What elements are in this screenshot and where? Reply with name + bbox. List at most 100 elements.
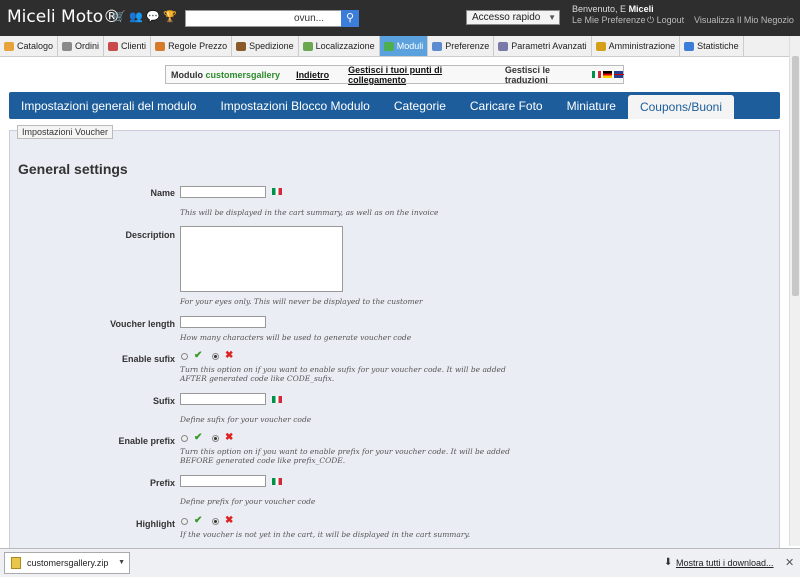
voucher-length-help: How many characters will be used to gene… [180,333,412,342]
language-flag-icon[interactable] [272,396,282,403]
download-item[interactable]: customersgallery.zip ▼ [4,552,130,574]
zip-file-icon [11,557,21,569]
price-tag-icon [155,41,166,51]
sufix-input[interactable] [180,393,266,405]
menu-item-localizzazione[interactable]: Localizzazione [299,36,380,56]
menu-item-amministrazione[interactable]: Amministrazione [592,36,681,56]
enable-prefix-yes-radio[interactable] [181,435,188,442]
enable-sufix-no-radio[interactable] [212,353,219,360]
module-tabs: Impostazioni generali del modulo Imposta… [9,92,780,119]
shop-brand[interactable]: Miceli Moto® [7,7,120,27]
quick-access-label: Accesso rapido [472,12,541,23]
tab-coupons[interactable]: Coupons/Buoni [627,95,735,119]
menu-label: Parametri Avanzati [511,41,587,51]
language-flag-icon[interactable] [272,478,282,485]
menu-item-ordini[interactable]: Ordini [58,36,105,56]
chevron-down-icon[interactable]: ▼ [118,553,125,573]
menu-label: Amministrazione [608,41,676,51]
menu-item-parametri-avanzati[interactable]: Parametri Avanzati [494,36,592,56]
enable-prefix-no-radio[interactable] [212,435,219,442]
top-header: Miceli Moto® 🛒 👥 💬 🏆 ovun... ⚲ Accesso r… [0,0,800,36]
module-subnav: Modulo customersgallery Indietro Gestisc… [165,64,625,85]
voucher-length-label: Voucher length [110,319,175,329]
download-bar: customersgallery.zip ▼ ⬇ Mostra tutti i … [0,548,800,577]
description-textarea[interactable] [180,226,343,292]
highlight-help: If the voucher is not yet in the cart, i… [180,530,471,539]
user-icon [108,41,119,51]
tab-thumbnails[interactable]: Miniature [555,92,628,119]
tab-categories[interactable]: Categorie [382,92,458,119]
menu-label: Statistiche [697,41,739,51]
cross-icon: ✖ [225,432,234,443]
english-flag-icon[interactable] [613,71,625,78]
check-icon: ✔ [194,515,203,526]
enable-sufix-label: Enable sufix [121,354,175,364]
cart-icon [62,41,73,51]
show-all-downloads-link[interactable]: Mostra tutti i download... [676,558,774,568]
search-button[interactable]: ⚲ [341,10,359,27]
welcome-prefix: Benvenuto, E [572,4,627,14]
menu-label: Localizzazione [315,41,375,51]
trophy-icon[interactable]: 🏆 [163,11,177,23]
module-name: customersgallery [205,69,281,80]
german-flag-icon[interactable] [602,71,612,78]
prefix-input[interactable] [180,475,266,487]
cross-icon: ✖ [225,515,234,526]
close-icon[interactable]: ✕ [785,556,794,569]
menu-item-preferenze[interactable]: Preferenze [428,36,495,56]
highlight-label: Highlight [136,519,175,529]
menu-item-regole-prezzo[interactable]: Regole Prezzo [151,36,233,56]
translations-label: Gestisci le traduzioni [504,64,550,85]
menu-label: Preferenze [445,41,490,51]
cart-icon[interactable]: 🛒 [112,11,126,23]
menu-item-clienti[interactable]: Clienti [104,36,152,56]
download-arrow-icon: ⬇ [664,557,673,568]
sufix-help: Define sufix for your voucher code [180,415,312,424]
name-label: Name [150,188,175,198]
prefix-help: Define prefix for your voucher code [180,497,316,506]
main-menu: Catalogo Ordini Clienti Regole Prezzo Sp… [0,36,800,57]
search-scope-select[interactable]: ovun... [294,13,324,24]
menu-item-statistiche[interactable]: Statistiche [680,36,744,56]
welcome-name: Miceli [628,4,654,14]
back-link[interactable]: Indietro [296,70,329,80]
description-label: Description [125,230,175,240]
highlight-yes-radio[interactable] [181,518,188,525]
tab-general-settings[interactable]: Impostazioni generali del modulo [9,92,208,119]
my-preferences-link[interactable]: Le Mie Preferenze [572,15,646,25]
menu-label: Catalogo [17,41,54,51]
voucher-length-input[interactable] [180,316,266,328]
menu-item-spedizione[interactable]: Spedizione [232,36,299,56]
scrollbar-thumb[interactable] [792,56,799,296]
menu-item-moduli[interactable]: Moduli [379,36,429,56]
search-box: ovun... ⚲ [185,10,359,27]
cross-icon: ✖ [225,350,234,361]
monitor-icon [432,41,443,51]
language-flag-icon[interactable] [272,188,282,195]
key-icon [595,41,606,51]
hook-points-link[interactable]: Gestisci i tuoi punti di collegamento [348,65,488,85]
page-scrollbar[interactable] [789,36,800,546]
tab-block-settings[interactable]: Impostazioni Blocco Modulo [208,92,381,119]
customers-icon[interactable]: 👥 [129,11,143,23]
fieldset-legend: Impostazioni Voucher [17,125,114,139]
highlight-no-radio[interactable] [212,518,219,525]
enable-sufix-yes-radio[interactable] [181,353,188,360]
bar-chart-icon [684,41,695,51]
menu-label: Spedizione [249,41,294,51]
italian-flag-icon[interactable] [591,71,601,78]
check-icon: ✔ [194,432,203,443]
tab-upload-photos[interactable]: Caricare Foto [458,92,555,119]
enable-sufix-help-1: Turn this option on if you want to enabl… [180,365,506,374]
messages-icon[interactable]: 💬 [146,11,160,23]
truck-icon [236,41,247,51]
quick-access-select[interactable]: Accesso rapido ▼ [466,10,560,25]
logout-link[interactable]: ⏻ Logout [647,15,684,26]
description-help: For your eyes only. This will never be d… [180,297,423,306]
view-shop-link[interactable]: Visualizza Il Mio Negozio [694,15,794,25]
menu-item-catalogo[interactable]: Catalogo [0,36,59,56]
power-icon: ⏻ [647,15,655,25]
download-filename: customersgallery.zip [27,558,109,568]
enable-prefix-help-2: BEFORE generated code like prefix_CODE. [180,456,346,465]
name-input[interactable] [180,186,266,198]
